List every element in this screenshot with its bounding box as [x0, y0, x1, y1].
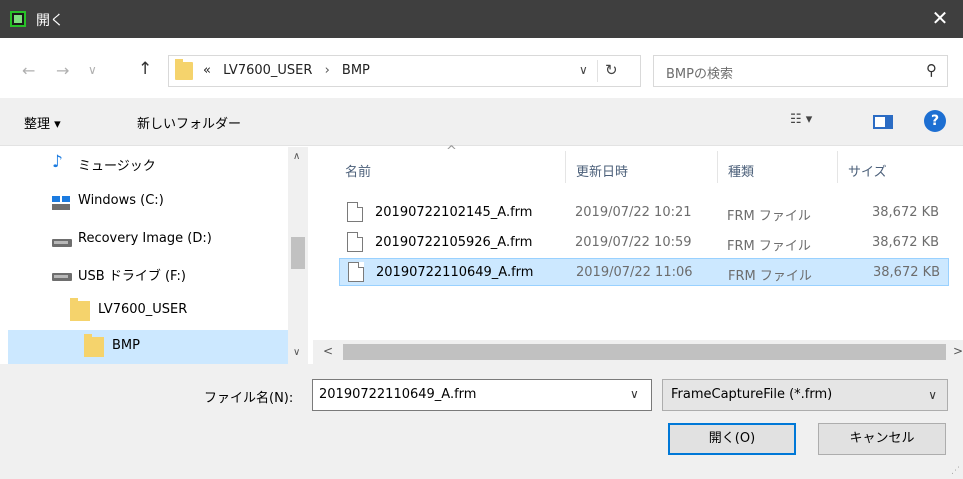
nav-item-label: Windows (C:) — [78, 193, 164, 208]
search-box[interactable]: BMPの検索 ⚲ — [653, 55, 948, 87]
column-divider[interactable] — [565, 151, 566, 183]
file-icon — [347, 232, 363, 252]
column-header-type[interactable]: 種類 — [728, 161, 754, 180]
table-row[interactable]: 20190722102145_A.frm 2019/07/22 10:21 FR… — [339, 199, 949, 227]
filename-label: ファイル名(N): — [204, 391, 294, 406]
drive-icon — [52, 239, 72, 247]
view-options-icon[interactable]: ☷ ▾ — [790, 112, 812, 127]
nav-item-lv7600-user[interactable]: LV7600_USER — [8, 294, 288, 328]
dialog-footer: ファイル名(N): 20190722110649_A.frm ∨ FrameCa… — [0, 364, 963, 479]
address-dropdown-icon[interactable]: ∨ — [579, 63, 588, 77]
breadcrumb-lv7600-user[interactable]: LV7600_USER — [223, 63, 312, 78]
nav-item-label: ミュージック — [78, 159, 156, 174]
scroll-left-icon[interactable]: < — [323, 344, 333, 358]
search-icon[interactable]: ⚲ — [926, 61, 937, 79]
chevron-down-icon[interactable]: ∨ — [928, 388, 937, 402]
navigation-pane: ♪ ミュージック Windows (C:) Recovery Image (D:… — [8, 147, 313, 364]
column-header-name[interactable]: 名前 — [345, 161, 371, 180]
address-bar[interactable]: « LV7600_USER › BMP ∨ ↻ — [168, 55, 641, 87]
refresh-icon[interactable]: ↻ — [605, 61, 618, 79]
file-size: 38,672 KB — [872, 235, 940, 250]
chevron-right-icon[interactable]: › — [325, 63, 330, 78]
filename-input[interactable]: 20190722110649_A.frm — [312, 379, 652, 411]
nav-pane-scrollbar[interactable]: ∧ ∨ — [288, 147, 308, 364]
folder-icon — [84, 334, 104, 357]
horizontal-scrollbar[interactable]: < > — [313, 340, 963, 364]
file-type: FRM ファイル — [727, 239, 811, 254]
file-type-filter-value: FrameCaptureFile (*.frm) — [671, 387, 833, 402]
column-divider[interactable] — [837, 151, 838, 183]
file-type: FRM ファイル — [727, 209, 811, 224]
file-date: 2019/07/22 10:59 — [575, 235, 692, 250]
breadcrumb: « LV7600_USER › BMP — [203, 63, 378, 78]
nav-item-label: BMP — [112, 338, 140, 353]
preview-pane-icon[interactable] — [873, 115, 893, 129]
resize-grip-icon[interactable]: ⋰ — [951, 466, 960, 476]
table-row[interactable]: 20190722105926_A.frm 2019/07/22 10:59 FR… — [339, 229, 949, 257]
back-arrow-icon[interactable]: ← — [22, 61, 35, 80]
file-list: ^ 名前 更新日時 種類 サイズ 20190722102145_A.frm 20… — [313, 144, 963, 340]
help-icon[interactable]: ? — [924, 110, 946, 132]
column-header-size[interactable]: サイズ — [848, 161, 887, 180]
file-name: 20190722105926_A.frm — [375, 235, 533, 250]
file-size: 38,672 KB — [872, 205, 940, 220]
nav-item-usb-f[interactable]: USB ドライブ (F:) — [8, 257, 288, 291]
new-folder-button[interactable]: 新しいフォルダー — [137, 113, 241, 132]
scrollbar-thumb[interactable] — [291, 237, 305, 269]
windows-drive-icon — [52, 196, 70, 210]
address-divider — [597, 60, 598, 82]
usb-drive-icon — [52, 273, 72, 281]
title-bar: 開く ✕ — [0, 0, 963, 38]
navigation-bar: ← → ∨ ↑ « LV7600_USER › BMP ∨ ↻ BMPの検索 ⚲ — [0, 38, 963, 98]
scroll-right-icon[interactable]: > — [953, 344, 963, 358]
search-input[interactable]: BMPの検索 — [666, 63, 733, 82]
cancel-button[interactable]: キャンセル — [818, 423, 946, 455]
file-size: 38,672 KB — [873, 265, 941, 280]
organize-button[interactable]: 整理 ▾ — [24, 113, 61, 132]
file-name: 20190722110649_A.frm — [376, 265, 534, 280]
nav-item-music[interactable]: ♪ ミュージック — [8, 147, 288, 181]
scroll-down-icon[interactable]: ∨ — [293, 347, 300, 358]
nav-item-label: LV7600_USER — [98, 302, 188, 317]
folder-icon — [70, 298, 90, 321]
file-type: FRM ファイル — [728, 269, 812, 284]
file-date: 2019/07/22 10:21 — [575, 205, 692, 220]
file-date: 2019/07/22 11:06 — [576, 265, 693, 280]
close-icon[interactable]: ✕ — [917, 0, 963, 38]
nav-item-label: Recovery Image (D:) — [78, 231, 212, 246]
nav-item-windows-c[interactable]: Windows (C:) — [8, 185, 288, 219]
file-icon — [347, 202, 363, 222]
file-type-filter[interactable]: FrameCaptureFile (*.frm) ∨ — [662, 379, 948, 411]
recent-locations-icon[interactable]: ∨ — [88, 63, 97, 77]
scrollbar-thumb[interactable] — [343, 344, 946, 360]
file-name: 20190722102145_A.frm — [375, 205, 533, 220]
table-row-selected[interactable]: 20190722110649_A.frm 2019/07/22 11:06 FR… — [339, 258, 949, 286]
breadcrumb-overflow[interactable]: « — [203, 63, 211, 78]
app-icon — [10, 11, 26, 27]
folder-icon — [175, 59, 193, 80]
up-arrow-icon[interactable]: ↑ — [138, 59, 152, 79]
scroll-up-icon[interactable]: ∧ — [293, 151, 300, 162]
column-divider[interactable] — [717, 151, 718, 183]
window-title: 開く — [36, 13, 64, 29]
breadcrumb-bmp[interactable]: BMP — [342, 63, 370, 78]
column-headers: 名前 更新日時 種類 サイズ — [313, 147, 963, 187]
music-icon: ♪ — [52, 152, 63, 172]
nav-item-label: USB ドライブ (F:) — [78, 269, 186, 284]
column-header-date[interactable]: 更新日時 — [576, 161, 628, 180]
filename-dropdown-icon[interactable]: ∨ — [630, 387, 639, 401]
file-icon — [348, 262, 364, 282]
nav-item-recovery-d[interactable]: Recovery Image (D:) — [8, 223, 288, 257]
open-button[interactable]: 開く(O) — [668, 423, 796, 455]
command-toolbar: 整理 ▾ 新しいフォルダー ☷ ▾ ? — [0, 98, 963, 146]
nav-item-bmp[interactable]: BMP — [8, 330, 288, 364]
forward-arrow-icon[interactable]: → — [56, 61, 69, 80]
